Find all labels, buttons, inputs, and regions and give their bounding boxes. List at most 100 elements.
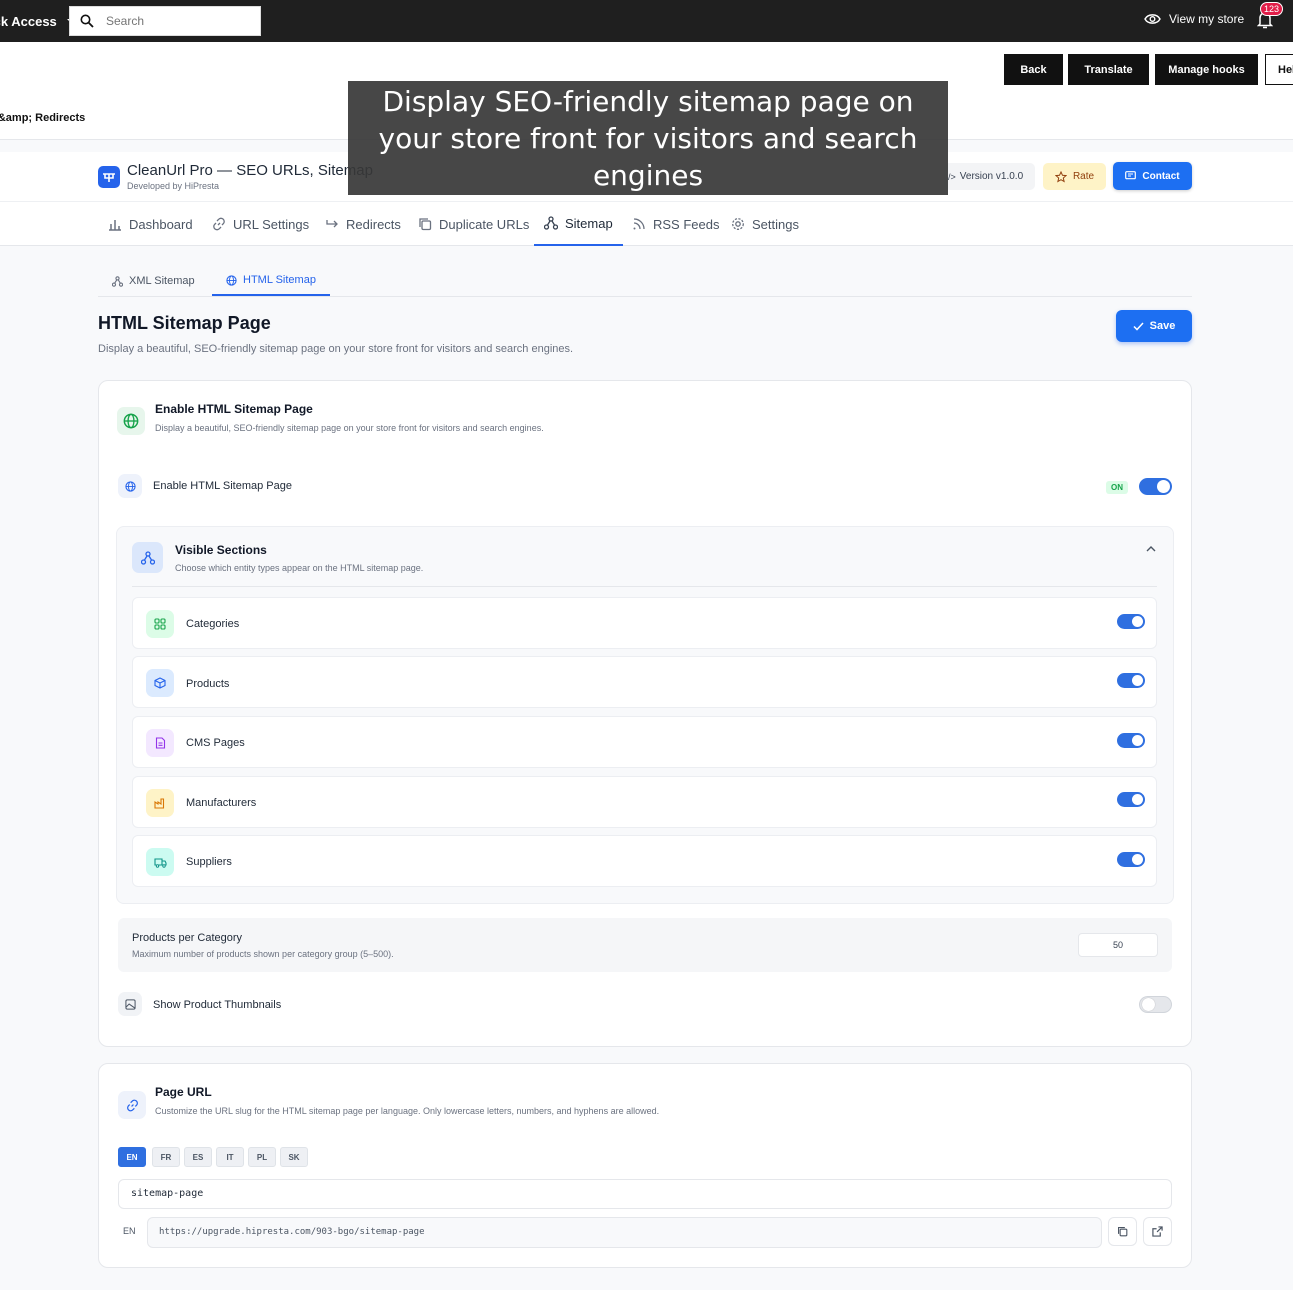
save-button[interactable]: Save <box>1116 310 1192 342</box>
gear-icon <box>732 218 744 230</box>
list-item-label: Products <box>186 678 230 690</box>
open-url-button[interactable] <box>1143 1217 1172 1246</box>
star-icon <box>1054 170 1067 183</box>
products-per-category-description: Maximum number of products shown per cat… <box>132 949 394 959</box>
truck-icon <box>146 848 174 876</box>
list-item-suppliers <box>132 835 1157 887</box>
lang-tab-en[interactable]: EN <box>118 1147 146 1167</box>
visible-sections-description: Choose which entity types appear on the … <box>175 563 424 573</box>
grid-icon <box>146 610 174 638</box>
enable-html-sitemap-toggle[interactable] <box>1139 478 1172 495</box>
globe-icon <box>117 407 145 435</box>
list-item-cms-pages <box>132 716 1157 768</box>
module-title: CleanUrl Pro — SEO URLs, Sitemap <box>127 162 373 179</box>
page-url-title: Page URL <box>155 1085 212 1099</box>
tab-url-settings[interactable]: URL Settings <box>212 202 309 246</box>
top-bar: Quick Access View my store 123 <box>0 0 1293 42</box>
document-icon <box>146 729 174 757</box>
enable-card-description: Display a beautiful, SEO-friendly sitema… <box>155 423 544 433</box>
subtab-html-sitemap[interactable]: HTML Sitemap <box>212 266 330 296</box>
slug-input[interactable]: sitemap-page <box>118 1179 1172 1209</box>
link-icon <box>213 217 225 231</box>
subtab-divider <box>98 296 1192 297</box>
module-logo-icon <box>98 166 120 188</box>
enable-card-title: Enable HTML Sitemap Page <box>155 402 313 416</box>
rate-button[interactable]: Rate <box>1043 163 1106 190</box>
tab-dashboard[interactable]: Dashboard <box>108 202 193 246</box>
cms-pages-toggle[interactable] <box>1117 733 1145 748</box>
tab-label: Sitemap <box>565 215 613 231</box>
tab-label: URL Settings <box>233 216 310 232</box>
sitemap-icon <box>112 275 123 287</box>
copy-icon <box>419 218 432 231</box>
code-icon: /> <box>948 171 956 182</box>
factory-icon <box>146 789 174 817</box>
tab-label: Redirects <box>346 216 401 232</box>
main-tabs: Dashboard URL Settings Redirects Duplica… <box>0 201 1293 246</box>
subtab-xml-sitemap[interactable]: XML Sitemap <box>112 266 195 296</box>
status-badge: ON <box>1106 481 1128 494</box>
manufacturers-toggle[interactable] <box>1117 792 1145 807</box>
search-input[interactable] <box>106 14 246 28</box>
page-title: HTML Sitemap Page <box>98 313 271 333</box>
subtab-label: HTML Sitemap <box>243 274 316 286</box>
list-item-label: Suppliers <box>186 856 232 868</box>
lang-tab-es[interactable]: ES <box>184 1147 212 1167</box>
copy-url-button[interactable] <box>1108 1217 1137 1246</box>
search-box[interactable] <box>69 6 261 36</box>
check-icon <box>1133 321 1144 331</box>
quick-access-menu[interactable]: Quick Access <box>0 14 75 29</box>
tab-label: Dashboard <box>129 216 193 232</box>
lang-tab-it[interactable]: IT <box>216 1147 244 1167</box>
lang-tab-sk[interactable]: SK <box>280 1147 308 1167</box>
list-item-products <box>132 656 1157 708</box>
version-label: Version v1.0.0 <box>959 171 1024 182</box>
search-icon <box>80 14 94 28</box>
breadcrumb: Sitemap &amp; Redirects <box>0 112 86 124</box>
page-url-description: Customize the URL slug for the HTML site… <box>155 1106 660 1116</box>
products-per-category-input[interactable]: 50 <box>1078 933 1158 957</box>
suppliers-toggle[interactable] <box>1117 852 1145 867</box>
tab-label: Settings <box>752 216 799 232</box>
thumbnails-label: Show Product Thumbnails <box>153 999 282 1011</box>
module-subtitle: Developed by HiPresta <box>127 181 220 191</box>
copy-icon <box>1118 1227 1128 1237</box>
tab-settings[interactable]: Settings <box>731 202 799 246</box>
view-store-link[interactable]: View my store <box>1144 12 1244 26</box>
products-per-category-title: Products per Category <box>132 932 243 944</box>
box-icon <box>146 669 174 697</box>
view-store-label: View my store <box>1169 12 1245 26</box>
chevron-up-icon[interactable] <box>1146 545 1156 552</box>
page-description: Display a beautiful, SEO-friendly sitema… <box>98 343 574 355</box>
lang-tab-pl[interactable]: PL <box>248 1147 276 1167</box>
products-toggle[interactable] <box>1117 673 1145 688</box>
panel-divider <box>132 586 1157 587</box>
contact-button[interactable]: Contact <box>1113 162 1192 190</box>
visible-sections-title: Visible Sections <box>175 543 267 557</box>
list-item-label: CMS Pages <box>186 737 245 749</box>
products-per-category-row <box>118 918 1172 972</box>
manage-hooks-button[interactable]: Manage hooks <box>1155 54 1258 85</box>
preview-url-field[interactable]: https://upgrade.hipresta.com/903-bgo/sit… <box>147 1217 1102 1248</box>
tab-rss-feeds[interactable]: RSS Feeds <box>632 202 719 246</box>
version-badge: /> Version v1.0.0 <box>944 163 1036 190</box>
help-label: Help <box>1278 63 1293 76</box>
tab-redirects[interactable]: Redirects <box>325 202 401 246</box>
back-button[interactable]: Back <box>1004 54 1063 85</box>
help-button[interactable]: Help <box>1265 54 1293 85</box>
rss-icon <box>633 218 645 230</box>
sitemap-icon <box>544 216 558 230</box>
tab-label: Duplicate URLs <box>439 216 530 232</box>
list-item-categories <box>132 597 1157 649</box>
redirect-icon <box>326 220 338 228</box>
thumbnails-toggle[interactable] <box>1139 996 1172 1013</box>
tab-sitemap[interactable]: Sitemap <box>534 202 623 246</box>
tab-duplicate-urls[interactable]: Duplicate URLs <box>418 202 529 246</box>
subtab-label: XML Sitemap <box>129 275 195 287</box>
lang-tab-fr[interactable]: FR <box>152 1147 180 1167</box>
translate-button[interactable]: Translate <box>1068 54 1149 85</box>
external-link-icon <box>1152 1226 1163 1237</box>
categories-toggle[interactable] <box>1117 614 1145 629</box>
notification-badge: 123 <box>1260 2 1284 16</box>
save-label: Save <box>1149 320 1176 332</box>
